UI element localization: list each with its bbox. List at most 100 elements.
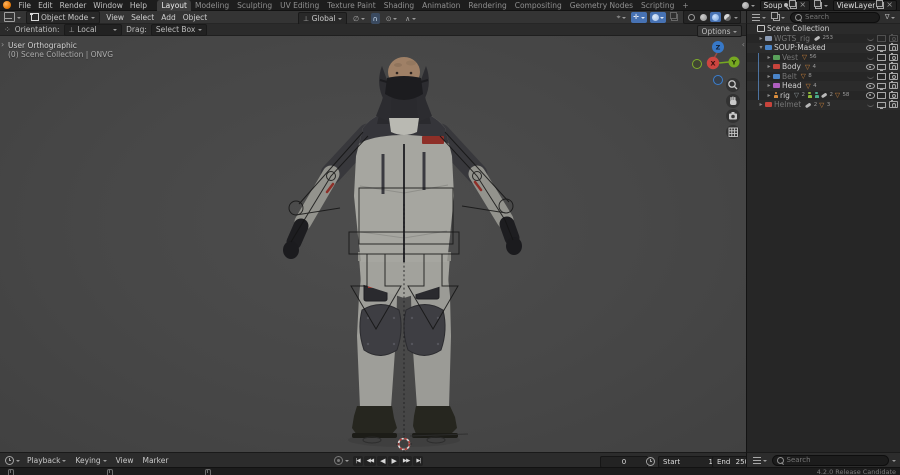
outliner-row-head[interactable]: ▸ Head ▽ 4 [747,81,900,91]
camera-toggle[interactable] [888,81,898,90]
timeline-menu-view[interactable]: View [112,453,137,468]
screen-toggle[interactable] [877,82,886,89]
eye-icon[interactable] [865,63,875,70]
timeline-editor-type-button[interactable] [3,455,22,466]
eye-closed-icon[interactable] [866,55,874,60]
timeline-menu-keying[interactable]: Keying [72,453,110,468]
character-model[interactable] [0,36,746,452]
show-overlays-toggle[interactable] [649,11,666,23]
mode-dropdown[interactable]: Object Mode [25,10,100,24]
expand-arrow-icon[interactable]: ▸ [765,91,773,101]
object-visibility-dropdown[interactable]: ⌖ [615,12,628,23]
options-dropdown[interactable]: Options [696,25,742,37]
screen-toggle[interactable] [877,35,886,42]
shading-wireframe-button[interactable] [686,12,697,22]
properties-search-input[interactable] [786,456,884,464]
timeline-menu-playback[interactable]: Playback [24,453,70,468]
jump-end-button[interactable]: ▶| [413,455,424,466]
play-reverse-button[interactable]: ◀ [377,455,388,466]
expand-arrow-icon[interactable]: ▸ [765,62,773,72]
screen-toggle[interactable] [877,101,886,108]
outliner-row-belt[interactable]: ▸ Belt ▽ 8 [747,72,900,82]
tab-layout[interactable]: Layout [157,0,191,11]
eye-toggle[interactable] [865,63,875,70]
monitor-icon[interactable] [877,54,886,61]
outliner-search-input[interactable] [805,13,875,21]
camera-toggle[interactable] [888,43,898,52]
camera-toggle[interactable] [888,100,898,109]
eye-closed-icon[interactable] [866,103,874,107]
viewport-menu-view[interactable]: View [103,11,128,24]
use-preview-range-icon[interactable] [646,457,655,466]
menu-help[interactable]: Help [126,0,150,11]
camera-view-button[interactable] [726,109,740,123]
monitor-icon[interactable] [877,44,886,52]
menu-window[interactable]: Window [90,0,127,11]
tab-shading[interactable]: Shading [380,0,418,11]
render-camera-icon[interactable] [888,52,898,61]
auto-keying-toggle[interactable] [332,455,351,466]
camera-toggle[interactable] [888,52,898,61]
expand-arrow-icon[interactable]: ▸ [765,81,773,91]
tab-compositing[interactable]: Compositing [511,0,566,11]
area-divider[interactable] [746,11,747,467]
screen-toggle[interactable] [877,44,886,52]
outliner-row-scene-collection[interactable]: Scene Collection [747,24,900,34]
tab-texture-paint[interactable]: Texture Paint [323,0,379,11]
render-camera-icon[interactable] [888,81,898,90]
frame-start-field[interactable]: Start 1 [658,455,718,468]
expand-arrow-icon[interactable]: ▸ [757,34,765,44]
camera-toggle[interactable] [888,71,898,80]
display-mode-dropdown[interactable] [771,12,788,23]
orientation-dropdown[interactable]: ⊥ Local [63,23,123,36]
outliner-row-wgts-rig[interactable]: ▸ WGTS_rig 253 [747,34,900,44]
snap-toggle-button[interactable]: ∩ [370,13,380,24]
tab-geometry-nodes[interactable]: Geometry Nodes [566,0,637,11]
eye-icon[interactable] [865,44,875,51]
outliner-search[interactable] [790,11,880,23]
render-camera-icon[interactable] [888,100,898,109]
properties-editor-type-button[interactable] [751,455,769,466]
eye-icon[interactable] [865,82,875,89]
proportional-editing-dropdown[interactable]: ⊙ [384,13,399,24]
expand-arrow-icon[interactable]: ▸ [765,72,773,82]
render-camera-icon[interactable] [888,33,898,42]
monitor-icon[interactable] [877,101,886,108]
eye-closed-icon[interactable] [866,36,874,41]
eye-icon[interactable] [865,92,875,99]
new-scene-icon[interactable] [788,0,798,9]
scene-browse-button[interactable] [740,0,757,11]
eye-closed-icon[interactable] [866,74,874,79]
collapse-arrow-icon[interactable]: ▾ [757,43,765,53]
current-frame-field[interactable]: 0 [600,455,648,468]
outliner-row-body[interactable]: ▸ Body ▽ 4 [747,62,900,72]
shading-rendered-button[interactable] [722,12,733,22]
prev-keyframe-button[interactable]: ◀◀ [363,455,377,466]
tab-scripting[interactable]: Scripting [637,0,678,11]
falloff-dropdown[interactable]: ∧ [403,13,418,24]
shading-solid-button[interactable] [698,12,709,22]
next-keyframe-button[interactable]: ▶▶ [399,455,413,466]
render-camera-icon[interactable] [888,71,898,80]
tab-animation[interactable]: Animation [418,0,464,11]
scene-name-field[interactable]: Soup × [759,0,811,11]
monitor-icon[interactable] [877,63,886,70]
drag-dropdown[interactable]: Select Box [150,23,207,36]
xray-toggle[interactable] [669,12,680,23]
render-camera-icon[interactable] [888,62,898,71]
menu-file[interactable]: File [15,0,35,11]
timeline-menu-marker[interactable]: Marker [139,453,172,468]
3d-viewport[interactable]: User Orthographic (0) Scene Collection |… [0,36,746,452]
editor-type-button[interactable] [2,12,23,23]
snapping-dropdown[interactable]: ∅ [351,13,367,24]
outliner-editor-type-button[interactable] [750,12,768,23]
render-camera-icon[interactable] [888,43,898,52]
camera-toggle[interactable] [888,90,898,99]
blender-logo-icon[interactable] [3,1,11,9]
eye-toggle[interactable] [866,36,874,41]
camera-toggle[interactable] [888,33,898,42]
outliner-row-soup-masked[interactable]: ▾ SOUP:Masked [747,43,900,53]
screen-toggle[interactable] [877,63,886,70]
outliner-row-vest[interactable]: ▸ Vest ▽ 56 [747,53,900,63]
eye-toggle[interactable] [866,74,874,79]
